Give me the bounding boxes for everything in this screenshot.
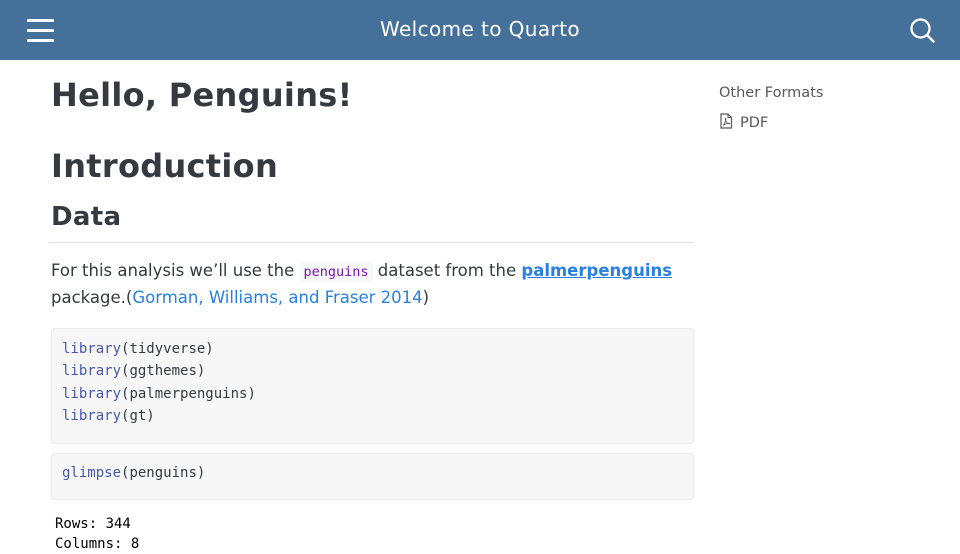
code-line: library(palmerpenguins) xyxy=(62,385,256,402)
code-output: Rows: 344 Columns: 8 xyxy=(55,514,139,554)
output-line: Rows: 344 xyxy=(55,516,131,532)
palmerpenguins-link[interactable]: palmerpenguins xyxy=(521,261,672,280)
code-line: library(gt) xyxy=(62,407,155,424)
other-formats-heading: Other Formats xyxy=(719,85,824,101)
para-text-3: package.( xyxy=(51,288,133,307)
search-icon[interactable] xyxy=(908,16,936,44)
intro-paragraph: For this analysis we’ll use the penguins… xyxy=(51,258,701,311)
inline-code-penguins: penguins xyxy=(299,262,373,282)
citation-link[interactable]: Gorman, Williams, and Fraser 2014 xyxy=(132,288,422,307)
heading-introduction: Introduction xyxy=(51,147,279,185)
code-block-libraries[interactable]: library(tidyverse) library(ggthemes) lib… xyxy=(51,328,694,444)
code-line: glimpse(penguins) xyxy=(62,465,206,481)
para-text-2: dataset from the xyxy=(372,261,522,280)
navbar: Welcome to Quarto xyxy=(0,0,960,60)
output-line: Columns: 8 xyxy=(55,536,140,552)
site-title[interactable]: Welcome to Quarto xyxy=(0,17,960,41)
para-text-1: For this analysis we’ll use the xyxy=(51,261,300,280)
heading-data: Data xyxy=(51,202,122,232)
heading-divider xyxy=(49,242,694,243)
para-text-4: ) xyxy=(422,288,430,307)
pdf-format-link[interactable]: PDF xyxy=(719,113,768,133)
sidebar-other-formats: Other Formats PDF xyxy=(719,85,939,131)
pdf-file-icon xyxy=(719,113,740,133)
code-line: library(ggthemes) xyxy=(62,363,206,380)
pdf-format-label: PDF xyxy=(740,115,769,131)
code-line: library(tidyverse) xyxy=(62,341,214,357)
code-block-glimpse[interactable]: glimpse(penguins) xyxy=(51,453,694,500)
page-title: Hello, Penguins! xyxy=(51,76,353,114)
